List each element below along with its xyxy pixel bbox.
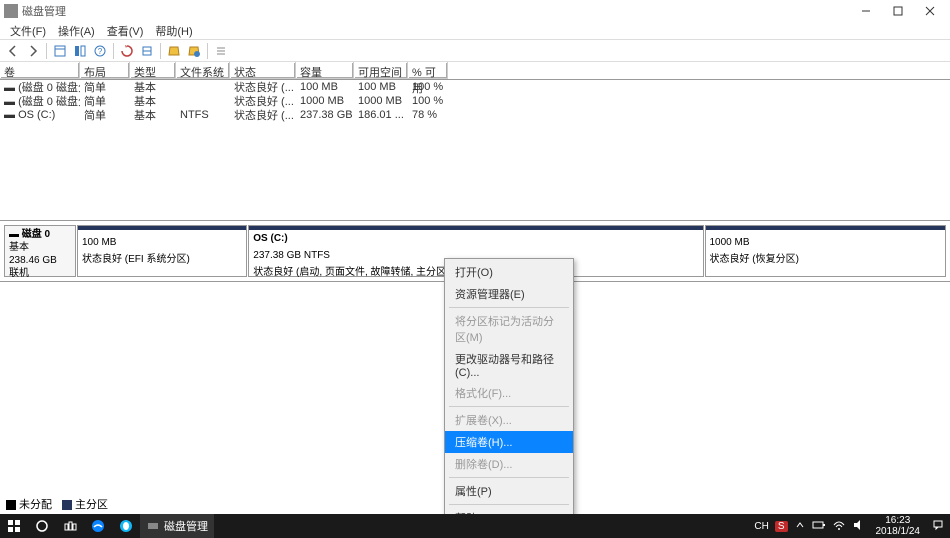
taskbar-clock[interactable]: 16:23 2018/1/24 [870,515,927,537]
legend: 未分配 主分区 [6,496,108,512]
disk-info[interactable]: ▬ 磁盘 0 基本 238.46 GB 联机 [4,225,76,277]
header-free[interactable]: 可用空间 [354,62,408,79]
tool-refresh-icon[interactable] [118,42,136,60]
titlebar: 磁盘管理 [0,0,950,22]
ctx-properties[interactable]: 属性(P) [445,480,573,502]
ctx-mark-active: 将分区标记为活动分区(M) [445,310,573,348]
ctx-explorer[interactable]: 资源管理器(E) [445,283,573,305]
minimize-button[interactable] [850,0,882,22]
legend-unallocated-icon [6,500,16,510]
ctx-shrink[interactable]: 压缩卷(H)... [445,431,573,453]
menu-help[interactable]: 帮助(H) [149,23,198,39]
table-row[interactable]: ▬ (磁盘 0 磁盘分区 1) 简单 基本 状态良好 (... 100 MB 1… [0,80,950,94]
header-capacity[interactable]: 容量 [296,62,354,79]
header-volume[interactable]: 卷 [0,62,80,79]
tray-up-icon[interactable] [794,519,806,534]
volume-table-header: 卷 布局 类型 文件系统 状态 容量 可用空间 % 可用 [0,62,950,80]
header-filesystem[interactable]: 文件系统 [176,62,230,79]
app-icon [4,4,18,18]
tray-battery-icon[interactable] [812,520,826,533]
close-button[interactable] [914,0,946,22]
tray-speaker-icon[interactable] [852,519,864,534]
taskbar-disk-management[interactable]: 磁盘管理 [140,514,214,538]
partition-efi[interactable]: 100 MB 状态良好 (EFI 系统分区) [77,225,247,277]
tool-disk1-icon[interactable] [165,42,183,60]
header-type[interactable]: 类型 [130,62,176,79]
window-title: 磁盘管理 [22,3,850,19]
toolbar: ? [0,40,950,62]
svg-text:?: ? [98,47,103,56]
table-row[interactable]: ▬ OS (C:) 简单 基本 NTFS 状态良好 (... 237.38 GB… [0,108,950,122]
partition-recovery[interactable]: 1000 MB 状态良好 (恢复分区) [705,225,947,277]
volume-list: ▬ (磁盘 0 磁盘分区 1) 简单 基本 状态良好 (... 100 MB 1… [0,80,950,220]
menu-file[interactable]: 文件(F) [4,23,52,39]
taskview-button[interactable] [56,514,84,538]
legend-primary-icon [62,500,72,510]
tool-settings-icon[interactable] [138,42,156,60]
header-status[interactable]: 状态 [230,62,296,79]
qq-button[interactable] [112,514,140,538]
header-layout[interactable]: 布局 [80,62,130,79]
cortana-button[interactable] [28,514,56,538]
ctx-format: 格式化(F)... [445,382,573,404]
ctx-delete: 删除卷(D)... [445,453,573,475]
menu-action[interactable]: 操作(A) [52,23,101,39]
tool-disk2-icon[interactable] [185,42,203,60]
context-menu: 打开(O) 资源管理器(E) 将分区标记为活动分区(M) 更改驱动器号和路径(C… [444,258,574,532]
tool-list-icon[interactable] [212,42,230,60]
tray-wifi-icon[interactable] [832,519,846,534]
tool-help-icon[interactable]: ? [91,42,109,60]
tray-notification-icon[interactable] [932,519,944,534]
ctx-extend: 扩展卷(X)... [445,409,573,431]
tray-input-icon[interactable]: S [775,521,788,532]
tool-view2-icon[interactable] [71,42,89,60]
table-row[interactable]: ▬ (磁盘 0 磁盘分区 4) 简单 基本 状态良好 (... 1000 MB … [0,94,950,108]
back-button[interactable] [4,42,22,60]
system-tray[interactable]: CH S 16:23 2018/1/24 [748,515,950,537]
window-controls [850,0,946,22]
start-button[interactable] [0,514,28,538]
diskmgmt-icon [146,519,160,533]
ctx-change-letter[interactable]: 更改驱动器号和路径(C)... [445,348,573,382]
header-pct[interactable]: % 可用 [408,62,448,79]
taskbar: 磁盘管理 CH S 16:23 2018/1/24 [0,514,950,538]
edge-button[interactable] [84,514,112,538]
tool-view1-icon[interactable] [51,42,69,60]
menu-view[interactable]: 查看(V) [101,23,150,39]
tray-ime-label[interactable]: CH [754,521,768,532]
maximize-button[interactable] [882,0,914,22]
menubar: 文件(F) 操作(A) 查看(V) 帮助(H) [0,22,950,40]
ctx-open[interactable]: 打开(O) [445,261,573,283]
forward-button[interactable] [24,42,42,60]
